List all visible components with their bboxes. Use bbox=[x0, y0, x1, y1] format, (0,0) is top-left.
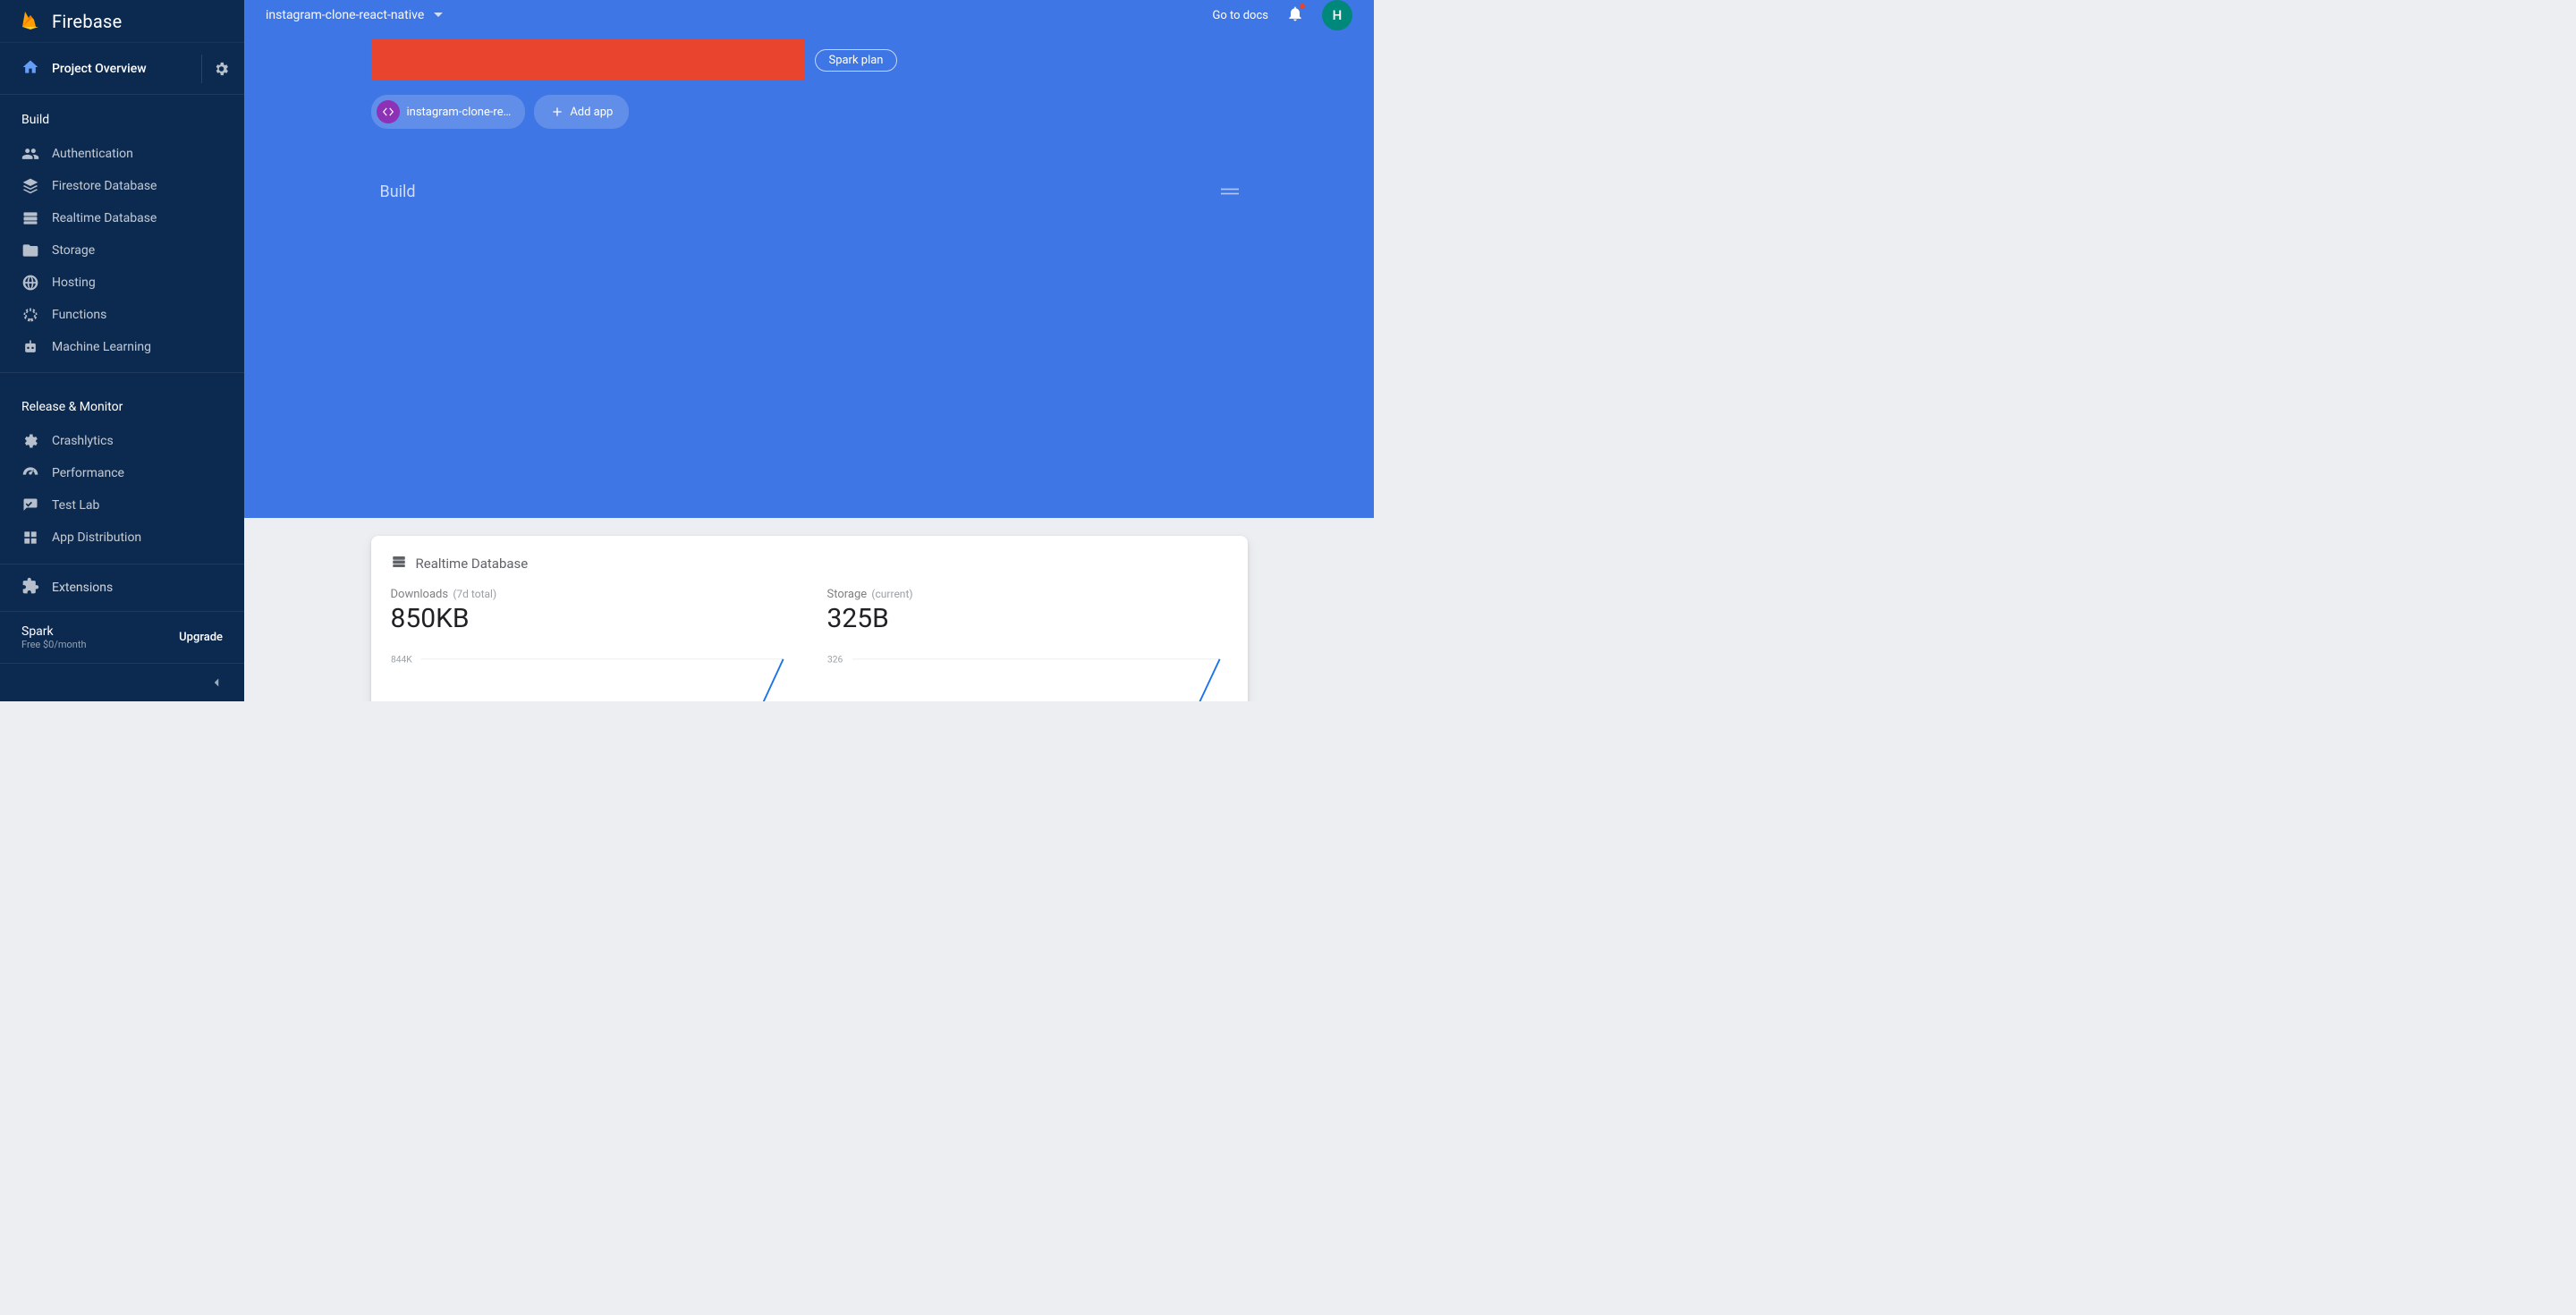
realtime-database-card: Realtime Database Downloads (7d total) 8… bbox=[371, 536, 1248, 701]
sidebar-item-label: Crashlytics bbox=[52, 434, 114, 448]
sidebar-item-label: Hosting bbox=[52, 276, 96, 290]
app-chip-label: instagram-clone-re… bbox=[407, 106, 512, 119]
plan-chip[interactable]: Spark plan bbox=[815, 49, 896, 72]
sidebar-nav[interactable]: Build Authentication Firestore Database … bbox=[0, 95, 244, 564]
sidebar-item-label: Machine Learning bbox=[52, 340, 151, 354]
storage-sub: (current) bbox=[871, 588, 912, 600]
globe-icon bbox=[21, 274, 39, 292]
distribute-icon bbox=[21, 529, 39, 547]
main-content: instagram-clone-react-native Go to docs … bbox=[244, 0, 1374, 701]
sidebar-item-extensions[interactable]: Extensions bbox=[0, 564, 244, 612]
sidebar-item-performance[interactable]: Performance bbox=[0, 457, 244, 489]
storage-metric: Storage (current) 325B 326 163 0 bbox=[827, 588, 1228, 701]
sidebar-item-label: Realtime Database bbox=[52, 211, 157, 225]
downloads-sub: (7d total) bbox=[453, 588, 496, 600]
test-lab-icon bbox=[21, 496, 39, 514]
storage-value: 325B bbox=[827, 603, 1228, 634]
folder-icon bbox=[21, 242, 39, 259]
project-overview-row[interactable]: Project Overview bbox=[0, 43, 244, 95]
home-icon bbox=[21, 58, 39, 80]
database-icon bbox=[391, 554, 407, 573]
upgrade-button[interactable]: Upgrade bbox=[179, 631, 223, 644]
sidebar-item-ml[interactable]: Machine Learning bbox=[0, 331, 244, 363]
sidebar-item-app-distribution[interactable]: App Distribution bbox=[0, 522, 244, 554]
card-title: Realtime Database bbox=[416, 556, 529, 572]
sidebar-item-label: Authentication bbox=[52, 147, 133, 161]
sidebar-item-storage[interactable]: Storage bbox=[0, 234, 244, 267]
sidebar-item-label: Performance bbox=[52, 466, 124, 480]
firebase-flame-icon bbox=[20, 9, 41, 34]
plus-icon bbox=[550, 105, 564, 119]
reorder-handle[interactable] bbox=[1221, 182, 1239, 201]
sidebar-item-authentication[interactable]: Authentication bbox=[0, 138, 244, 170]
people-icon bbox=[21, 145, 39, 163]
storage-label: Storage bbox=[827, 588, 868, 601]
sidebar-item-label: App Distribution bbox=[52, 530, 141, 545]
avatar-initial: H bbox=[1333, 7, 1343, 23]
plan-row: Spark Free $0/month Upgrade bbox=[0, 612, 244, 664]
downloads-metric: Downloads (7d total) 850KB 844K 422K 0 bbox=[391, 588, 792, 701]
project-selector[interactable]: instagram-clone-react-native bbox=[266, 8, 444, 22]
robot-icon bbox=[21, 338, 39, 356]
sidebar-item-hosting[interactable]: Hosting bbox=[0, 267, 244, 299]
y-tick: 844K bbox=[391, 654, 412, 666]
sidebar: Firebase Project Overview Build Authenti… bbox=[0, 0, 244, 701]
sidebar-item-test-lab[interactable]: Test Lab bbox=[0, 489, 244, 522]
sidebar-item-realtime-db[interactable]: Realtime Database bbox=[0, 202, 244, 234]
extensions-label: Extensions bbox=[52, 581, 113, 595]
build-section-title: Build bbox=[380, 182, 416, 201]
chevron-left-icon bbox=[208, 674, 225, 691]
extensions-icon bbox=[21, 577, 39, 598]
add-app-button[interactable]: Add app bbox=[534, 95, 629, 129]
downloads-label: Downloads bbox=[391, 588, 449, 601]
plan-sub: Free $0/month bbox=[21, 639, 87, 650]
y-tick: 326 bbox=[827, 654, 843, 666]
notifications-button[interactable] bbox=[1286, 4, 1304, 26]
add-app-label: Add app bbox=[570, 106, 613, 119]
gauge-icon bbox=[21, 464, 39, 482]
settings-gear-button[interactable] bbox=[201, 55, 230, 83]
sidebar-item-crashlytics[interactable]: Crashlytics bbox=[0, 425, 244, 457]
collapse-sidebar-button[interactable] bbox=[0, 664, 244, 701]
storage-chart: 326 163 0 Nov 10 Nov 11 bbox=[827, 647, 1228, 701]
functions-icon bbox=[21, 306, 39, 324]
nav-section-build-title: Build bbox=[0, 95, 244, 138]
crash-icon bbox=[21, 432, 39, 450]
sidebar-item-firestore[interactable]: Firestore Database bbox=[0, 170, 244, 202]
topbar: instagram-clone-react-native Go to docs … bbox=[244, 0, 1374, 30]
app-chip[interactable]: instagram-clone-re… bbox=[371, 95, 526, 129]
sidebar-item-label: Storage bbox=[52, 243, 95, 258]
hero: Spark plan instagram-clone-re… Add app B… bbox=[244, 30, 1374, 518]
project-overview-label: Project Overview bbox=[52, 62, 147, 76]
sidebar-header: Firebase bbox=[0, 0, 244, 43]
sidebar-item-functions[interactable]: Functions bbox=[0, 299, 244, 331]
redacted-title-bar bbox=[371, 39, 805, 81]
sidebar-item-label: Functions bbox=[52, 308, 106, 322]
plan-name: Spark bbox=[21, 624, 87, 639]
chevron-down-icon bbox=[433, 10, 444, 21]
downloads-chart: 844K 422K 0 bbox=[391, 647, 792, 701]
web-app-icon bbox=[377, 100, 400, 123]
project-name: instagram-clone-react-native bbox=[266, 8, 424, 22]
nav-section-release-title: Release & Monitor bbox=[0, 382, 244, 425]
notification-dot bbox=[1299, 3, 1306, 10]
downloads-value: 850KB bbox=[391, 603, 792, 634]
database-icon bbox=[21, 209, 39, 227]
sidebar-item-label: Test Lab bbox=[52, 498, 99, 513]
user-avatar[interactable]: H bbox=[1322, 0, 1352, 30]
go-to-docs-link[interactable]: Go to docs bbox=[1212, 9, 1268, 22]
sidebar-item-label: Firestore Database bbox=[52, 179, 157, 193]
layers-icon bbox=[21, 177, 39, 195]
firebase-logo[interactable]: Firebase bbox=[20, 9, 123, 34]
brand-wordmark: Firebase bbox=[52, 11, 123, 32]
